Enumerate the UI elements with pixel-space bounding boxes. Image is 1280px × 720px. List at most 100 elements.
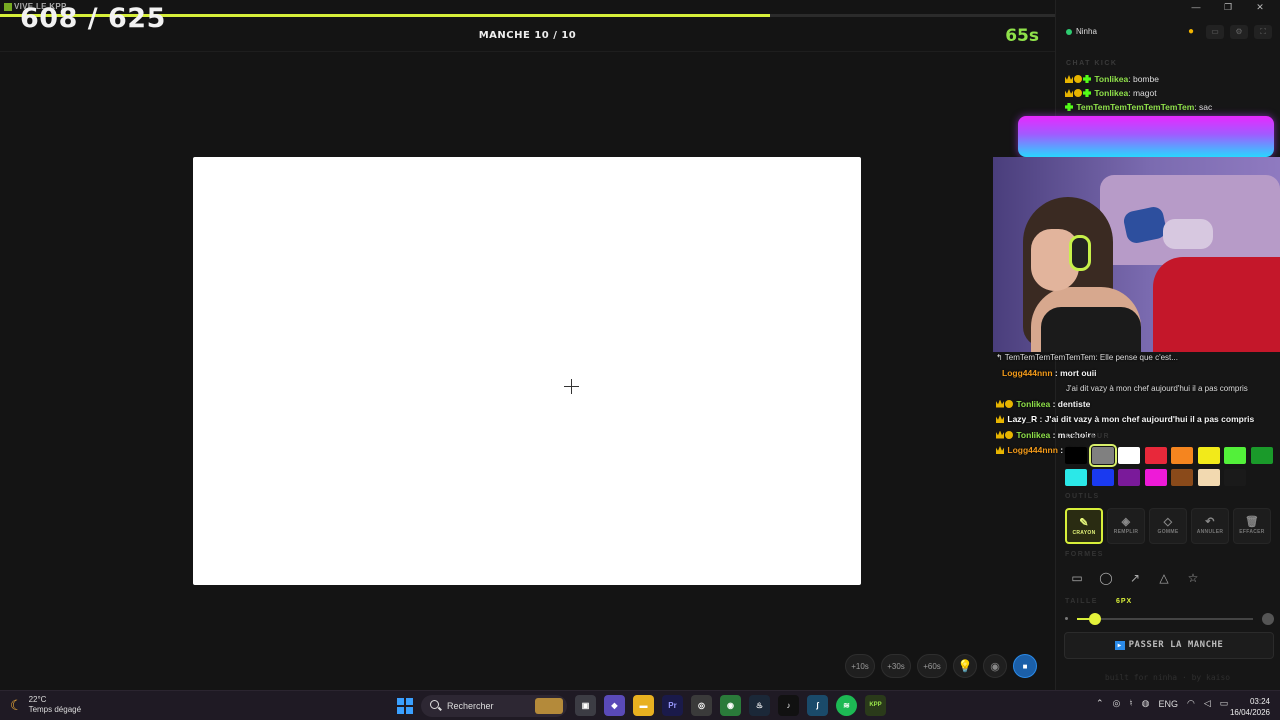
fill-tool-button[interactable]: ◈REMPLIR — [1107, 508, 1145, 544]
obs-icon[interactable]: ◎ — [691, 695, 712, 716]
tiktok-icon[interactable]: ♪ — [778, 695, 799, 716]
color-swatch[interactable] — [1118, 447, 1140, 464]
streamlabs-icon[interactable]: ʃ — [807, 695, 828, 716]
taskbar-search[interactable]: Rechercher — [421, 695, 567, 717]
overlay-text: mort ouii — [1060, 368, 1096, 378]
overlay-text: J'ai dit vazy à mon chef aujourd'hui il … — [1045, 414, 1255, 424]
triangle-icon[interactable]: △ — [1152, 566, 1176, 590]
layout-icon[interactable]: ▭ — [1206, 25, 1224, 39]
panel-icons: ● ▭ ⚙ ⛶ — [1182, 25, 1272, 39]
skip-round-label: PASSER LA MANCHE — [1129, 640, 1224, 650]
time-button-group: +10s +30s +60s 💡 ◉ ■ — [845, 654, 1037, 678]
eraser-tool-button[interactable]: ◇GOMME — [1149, 508, 1187, 544]
gear-icon[interactable]: ⚙ — [1230, 25, 1248, 39]
clear-tool-button[interactable]: 🗑EFFACER — [1233, 508, 1271, 544]
color-swatch[interactable] — [1198, 447, 1220, 464]
location-icon[interactable]: ◍ — [1142, 698, 1150, 709]
add-10s-button[interactable]: +10s — [845, 654, 875, 678]
small-size-dot-icon — [1065, 617, 1068, 620]
chevron-up-icon[interactable]: ⌃ — [1096, 698, 1104, 709]
clock[interactable]: 03:24 16/04/2026 — [1230, 696, 1270, 718]
weather-temp: 22°C — [29, 695, 81, 705]
windows-start-icon[interactable] — [397, 698, 413, 714]
color-swatch[interactable] — [1092, 447, 1114, 464]
close-icon[interactable]: ✕ — [1244, 0, 1276, 14]
clock-time: 03:24 — [1230, 696, 1270, 707]
sub-badge-icon — [1074, 89, 1082, 97]
color-swatch[interactable] — [1145, 447, 1167, 464]
color-swatch[interactable] — [1065, 447, 1087, 464]
steam-icon[interactable]: ♨ — [749, 695, 770, 716]
mic-icon[interactable]: ♮ — [1129, 698, 1132, 709]
size-label: TAILLE — [1065, 598, 1098, 605]
pencil-tool-button[interactable]: ✎CRAYON — [1065, 508, 1103, 544]
drawing-canvas[interactable] — [193, 157, 861, 585]
crown-badge-icon — [996, 446, 1004, 454]
color-swatch[interactable] — [1092, 469, 1114, 486]
tool-label: GOMME — [1158, 529, 1179, 535]
moon-icon: ☾ — [10, 697, 23, 714]
star-icon[interactable]: ☆ — [1181, 566, 1205, 590]
overlay-text: J'ai dit vazy à mon chef aujourd'hui il … — [1066, 384, 1248, 393]
color-swatch[interactable] — [1065, 469, 1087, 486]
language-indicator[interactable]: ENG — [1158, 699, 1178, 709]
color-swatch[interactable] — [1118, 469, 1140, 486]
crown-badge-icon — [996, 400, 1004, 408]
skip-round-button[interactable]: ▶PASSER LA MANCHE — [1064, 632, 1274, 659]
battery-icon[interactable]: ▭ — [1220, 698, 1229, 709]
eye-icon[interactable]: ◉ — [983, 654, 1007, 678]
undo-tool-button[interactable]: ↶ANNULER — [1191, 508, 1229, 544]
square-toggle-icon[interactable]: ■ — [1013, 654, 1037, 678]
overlay-text: Elle pense que c'est... — [1100, 353, 1178, 362]
premiere-pro-icon[interactable]: Pr — [662, 695, 683, 716]
expand-icon[interactable]: ⛶ — [1254, 25, 1272, 39]
ellipse-icon[interactable]: ◯ — [1094, 566, 1118, 590]
chat-username: Tonlikea — [1094, 74, 1128, 84]
overlay-username: Lazy_R — [1007, 414, 1037, 424]
spotify-icon[interactable]: ≋ — [836, 695, 857, 716]
add-30s-button[interactable]: +30s — [881, 654, 911, 678]
chat-list: Tonlikea: bombe Tonlikea: magot TemTemTe… — [1065, 72, 1275, 114]
chat-username: TemTemTemTemTemTemTem — [1076, 102, 1194, 112]
weather-widget[interactable]: ☾ 22°C Temps dégagé — [10, 695, 81, 715]
coin-icon[interactable]: ● — [1182, 25, 1200, 39]
taskbar-apps: ▣ ◆ ▬ Pr ◎ ◉ ♨ ♪ ʃ ≋ KPP — [575, 695, 886, 716]
add-60s-button[interactable]: +60s — [917, 654, 947, 678]
crown-badge-icon — [996, 415, 1004, 423]
restore-icon[interactable]: ❐ — [1212, 0, 1244, 14]
clock-date: 16/04/2026 — [1230, 707, 1270, 718]
size-slider[interactable] — [1065, 611, 1275, 627]
arrow-icon[interactable]: ↗ — [1123, 566, 1147, 590]
task-view-icon[interactable]: ▣ — [575, 695, 596, 716]
color-swatch[interactable] — [1171, 447, 1193, 464]
copilot-icon[interactable]: ◆ — [604, 695, 625, 716]
crosshair-cursor-icon — [564, 379, 579, 394]
color-swatch[interactable] — [1145, 469, 1167, 486]
wifi-icon[interactable]: ◠ — [1187, 698, 1195, 709]
color-swatch[interactable] — [1198, 469, 1220, 486]
sub-badge-icon — [1005, 431, 1013, 439]
minimize-icon[interactable]: — — [1180, 0, 1212, 14]
overlay-username: Logg444nnn — [1007, 445, 1058, 455]
system-tray: ⌃ ◎ ♮ ◍ ENG ◠ ◁ ▭ — [1096, 698, 1228, 709]
color-swatch[interactable] — [1224, 469, 1246, 486]
chat-message: Tonlikea: magot — [1065, 86, 1275, 100]
color-swatch[interactable] — [1171, 469, 1193, 486]
kpp-app-icon[interactable]: KPP — [865, 695, 886, 716]
slider-track[interactable] — [1077, 618, 1253, 620]
sub-badge-icon — [1005, 400, 1013, 408]
game-area: VIVE LE KPP 608 / 625 MANCHE 10 / 10 65s… — [0, 0, 1055, 690]
chrome-icon[interactable]: ◉ — [720, 695, 741, 716]
hint-bulb-icon[interactable]: 💡 — [953, 654, 977, 678]
large-size-dot-icon — [1262, 613, 1274, 625]
size-value: 6PX — [1116, 598, 1132, 605]
overlay-username: Logg444nnn — [1002, 368, 1053, 378]
volume-icon[interactable]: ◁ — [1204, 698, 1211, 709]
color-swatch[interactable] — [1251, 447, 1273, 464]
rectangle-icon[interactable]: ▭ — [1065, 566, 1089, 590]
chat-title: CHAT KICK — [1066, 60, 1117, 67]
slider-thumb[interactable] — [1089, 613, 1101, 625]
file-explorer-icon[interactable]: ▬ — [633, 695, 654, 716]
color-swatch[interactable] — [1224, 447, 1246, 464]
eye-tray-icon[interactable]: ◎ — [1113, 698, 1121, 709]
